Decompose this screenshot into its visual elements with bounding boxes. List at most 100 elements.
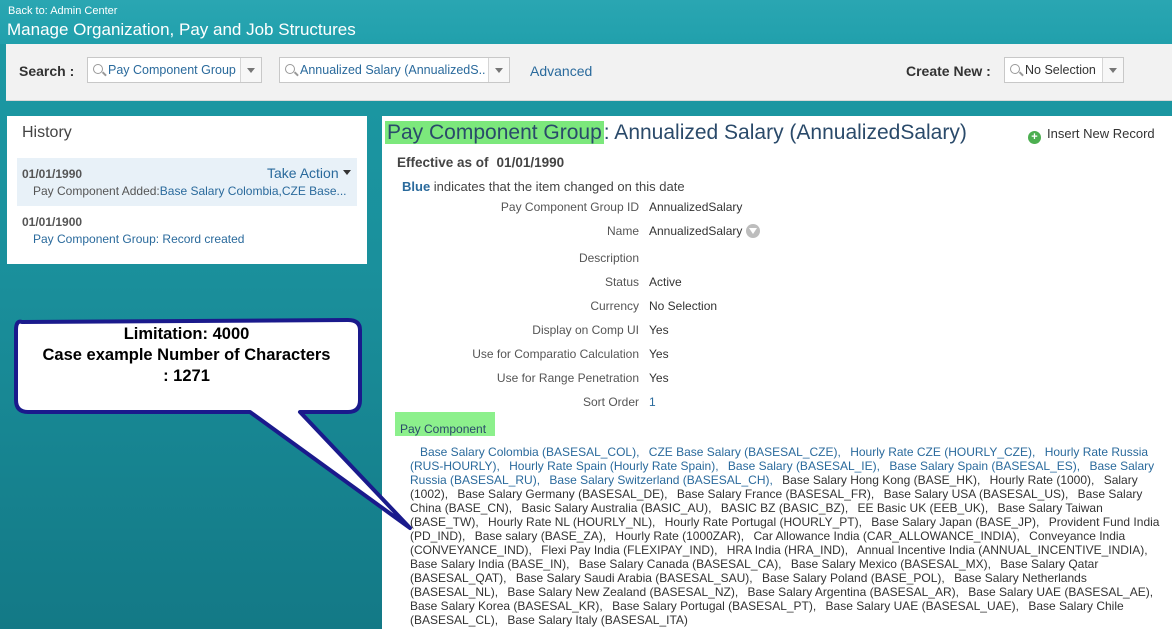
field-value-wrap: AnnualizedSalary [649,224,761,238]
pay-component-item: EE Basic UK (EEB_UK), [857,501,989,515]
plus-icon: + [1028,131,1041,144]
create-new-combo[interactable]: No Selection [1004,57,1124,83]
page-title: Manage Organization, Pay and Job Structu… [7,20,356,39]
chevron-down-icon[interactable] [240,58,261,82]
field-value: Yes [649,323,669,337]
search-record-value: Annualized Salary (AnnualizedS... [300,63,485,77]
chevron-down-icon[interactable] [488,58,509,82]
field-row: Name AnnualizedSalary [382,224,1172,242]
pay-component-item: Base Salary Portugal (BASESAL_PT), [612,599,817,613]
take-action-button[interactable]: Take Action [267,165,351,181]
insert-new-record-label: Insert New Record [1047,126,1155,141]
pay-component-item: Hourly Rate Portugal (HOURLY_PT), [664,515,862,529]
pay-component-item: Base Salary USA (BASESAL_US), [883,487,1069,501]
field-label: Currency [590,299,639,313]
search-type-combo[interactable]: Pay Component Group [87,57,262,83]
pay-component-item[interactable]: Hourly Rate CZE (HOURLY_CZE), [850,445,1035,459]
history-prefix: Pay Component Added: [33,184,160,198]
pay-component-item[interactable]: Base Salary Spain (BASESAL_ES), [889,459,1080,473]
pay-component-label: Pay Component [395,412,495,436]
pay-component-item: Hourly Rate (1000), [989,473,1095,487]
create-new-value: No Selection [1025,63,1096,77]
pay-component-item: Base Salary UAE (BASESAL_UAE), [825,599,1019,613]
pay-component-item[interactable]: Base Salary Switzerland (BASESAL_CH), [549,473,772,487]
chevron-down-icon[interactable] [1102,58,1123,82]
pay-component-item: Base Salary Poland (BASE_POL), [761,571,945,585]
field-value: No Selection [649,299,718,313]
pay-component-item: Base Salary Japan (BASE_JP), [871,515,1040,529]
field-label: Status [604,275,639,289]
pay-component-item[interactable]: CZE Base Salary (BASESAL_CZE), [649,445,841,459]
field-value: Yes [649,371,669,385]
pay-component-item: Annual Incentive India (ANNUAL_INCENTIVE… [856,543,1148,557]
pay-component-item[interactable]: Base Salary (BASESAL_IE), [728,459,880,473]
field-row: Use for Range Penetration Yes [382,371,1172,389]
search-record-combo[interactable]: Annualized Salary (AnnualizedS... [279,57,510,83]
field-value: 1 [649,395,656,409]
pay-component-item: HRA India (HRA_IND), [726,543,849,557]
legend-blue: Blue [402,179,431,194]
pay-component-item: Flexi Pay India (FLEXIPAY_IND), [541,543,718,557]
effective-date-value: 01/01/1990 [496,155,565,170]
field-row: Display on Comp UI Yes [382,323,1172,341]
take-action-label: Take Action [267,165,339,181]
pay-component-item[interactable]: Hourly Rate Spain (Hourly Rate Spain), [509,459,718,473]
translate-icon[interactable] [746,224,761,238]
change-legend: Blue indicates that the item changed on … [402,179,685,194]
record-type-highlight: Pay Component Group [385,121,604,144]
effective-date: Effective as of 01/01/1990 [397,155,564,170]
field-label: Name [606,224,639,238]
history-date: 01/01/1990 [22,167,83,181]
callout-line: : 1271 [163,367,210,385]
history-panel: History 01/01/1990 Take Action Pay Compo… [7,116,367,264]
field-value: Active [649,275,682,289]
field-label: Use for Range Penetration [496,371,639,385]
history-description: Pay Component Added:Base Salary Colombia… [33,184,347,198]
history-title: History [22,124,72,141]
pay-component-item: Car Allowance India (CAR_ALLOWANCE_INDIA… [753,529,1020,543]
field-row: Currency No Selection [382,299,1172,317]
record-heading: Pay Component Group: Annualized Salary (… [385,121,967,145]
pay-component-item: Base Salary Canada (BASESAL_CA), [578,557,782,571]
pay-component-item: Hourly Rate (1000ZAR), [615,529,745,543]
pay-component-item: Basic Salary Australia (BASIC_AU), [521,501,712,515]
search-bar: Search : Pay Component Group Annualized … [6,44,1172,101]
advanced-search-link[interactable]: Advanced [530,63,592,79]
history-description[interactable]: Pay Component Group: Record created [33,232,244,246]
field-value: AnnualizedSalary [649,224,743,238]
back-to-admin-center-link[interactable]: Back to: Admin Center [8,5,117,17]
field-row: Status Active [382,275,1172,293]
pay-component-list: Base Salary Colombia (BASESAL_COL), CZE … [410,445,1166,627]
callout-line: Case example Number of Characters [42,346,331,364]
field-row: Description [382,251,1172,269]
field-value: AnnualizedSalary [649,200,743,214]
history-detail-link[interactable]: Pay Component Group: Record created [33,232,244,246]
field-row: Pay Component Group ID AnnualizedSalary [382,200,1172,218]
history-detail-link[interactable]: Base Salary Colombia,CZE Base... [160,184,347,198]
field-label: Sort Order [582,395,639,409]
insert-new-record-button[interactable]: + Insert New Record [1028,126,1155,144]
pay-component-item: Base Salary UAE (BASESAL_AE), [968,585,1154,599]
pay-component-item: Base salary (BASE_ZA), [474,529,607,543]
pay-component-item: Base Salary Korea (BASESAL_KR), [410,599,603,613]
pay-component-item: Base Salary India (BASE_IN), [410,557,570,571]
record-title: : Annualized Salary (AnnualizedSalary) [603,121,967,144]
field-row: Use for Comparatio Calculation Yes [382,347,1172,365]
pay-component-item: Base Salary Mexico (BASESAL_MX), [790,557,991,571]
pay-component-item: Base Salary Hong Kong (BASE_HK), [782,473,981,487]
field-label: Display on Comp UI [532,323,639,337]
pay-component-item: Base Salary France (BASESAL_FR), [676,487,875,501]
field-value: Yes [649,347,669,361]
pay-component-item: BASIC BZ (BASIC_BZ), [720,501,849,515]
search-icon [93,64,103,74]
search-label: Search : [19,63,75,79]
pay-component-item: Base Salary Argentina (BASESAL_AR), [747,585,959,599]
pay-component-item[interactable]: Base Salary Colombia (BASESAL_COL), [420,445,639,459]
search-icon [285,64,295,74]
history-item[interactable]: 01/01/1990 Take Action Pay Component Add… [17,158,357,206]
field-label: Pay Component Group ID [500,200,639,214]
record-panel: Pay Component Group: Annualized Salary (… [382,116,1172,629]
pay-component-item: Hourly Rate NL (HOURLY_NL), [488,515,656,529]
field-label: Description [578,251,639,265]
pay-component-item: Base Salary New Zealand (BASESAL_NZ), [507,585,739,599]
